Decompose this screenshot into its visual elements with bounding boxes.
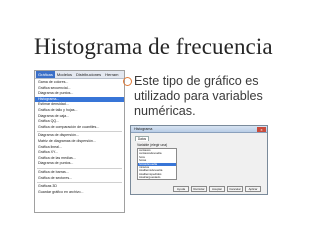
- menu-item[interactable]: Guardar gráfico en archivo...: [35, 190, 124, 196]
- menubar-item-modelos[interactable]: Modelos: [55, 71, 74, 78]
- menu-screenshot: Gráficas Modelos Distribuciones Herram G…: [34, 70, 125, 213]
- menubar-item-herramientas[interactable]: Herram: [103, 71, 120, 78]
- dialog-titlebar: Histograma x: [131, 126, 267, 133]
- menu-item[interactable]: Gráfica de sectores...: [35, 176, 124, 182]
- aceptar-button[interactable]: Aceptar: [209, 186, 225, 192]
- variable-listbox[interactable]: centavos centavosdevuelta hora horas hor…: [137, 148, 177, 180]
- tab-datos[interactable]: Datos: [135, 136, 149, 141]
- variable-label: Variable (elegir una): [137, 143, 168, 147]
- bullet-text: Este tipo de gráfico es utilizado para v…: [134, 74, 263, 118]
- list-item[interactable]: totalcargoestado: [138, 176, 176, 179]
- graficas-dropdown-menu: Gama de colores... Gráfica secuencial...…: [35, 79, 124, 196]
- circle-bullet-icon: [123, 77, 132, 86]
- aplicar-button[interactable]: Aplicar: [245, 186, 261, 192]
- slide-title: Histograma de frecuencia: [34, 34, 273, 59]
- menu-item[interactable]: Diagrama de puntos...: [35, 161, 124, 167]
- ayuda-button[interactable]: Ayuda: [173, 186, 189, 192]
- menubar: Gráficas Modelos Distribuciones Herram: [35, 71, 124, 79]
- menu-item[interactable]: Gráfica de comparación de cuantiles...: [35, 125, 124, 131]
- histograma-dialog: Histograma x Datos Variable (elegir una)…: [130, 125, 268, 195]
- close-icon[interactable]: x: [257, 127, 266, 132]
- cancelar-button[interactable]: Cancelar: [227, 186, 243, 192]
- menubar-item-distribuciones[interactable]: Distribuciones: [74, 71, 103, 78]
- dialog-title: Histograma: [134, 127, 153, 131]
- dialog-button-row: Ayuda Reiniciar Aceptar Cancelar Aplicar: [173, 186, 261, 192]
- reiniciar-button[interactable]: Reiniciar: [191, 186, 207, 192]
- menubar-item-graficas[interactable]: Gráficas: [36, 71, 55, 78]
